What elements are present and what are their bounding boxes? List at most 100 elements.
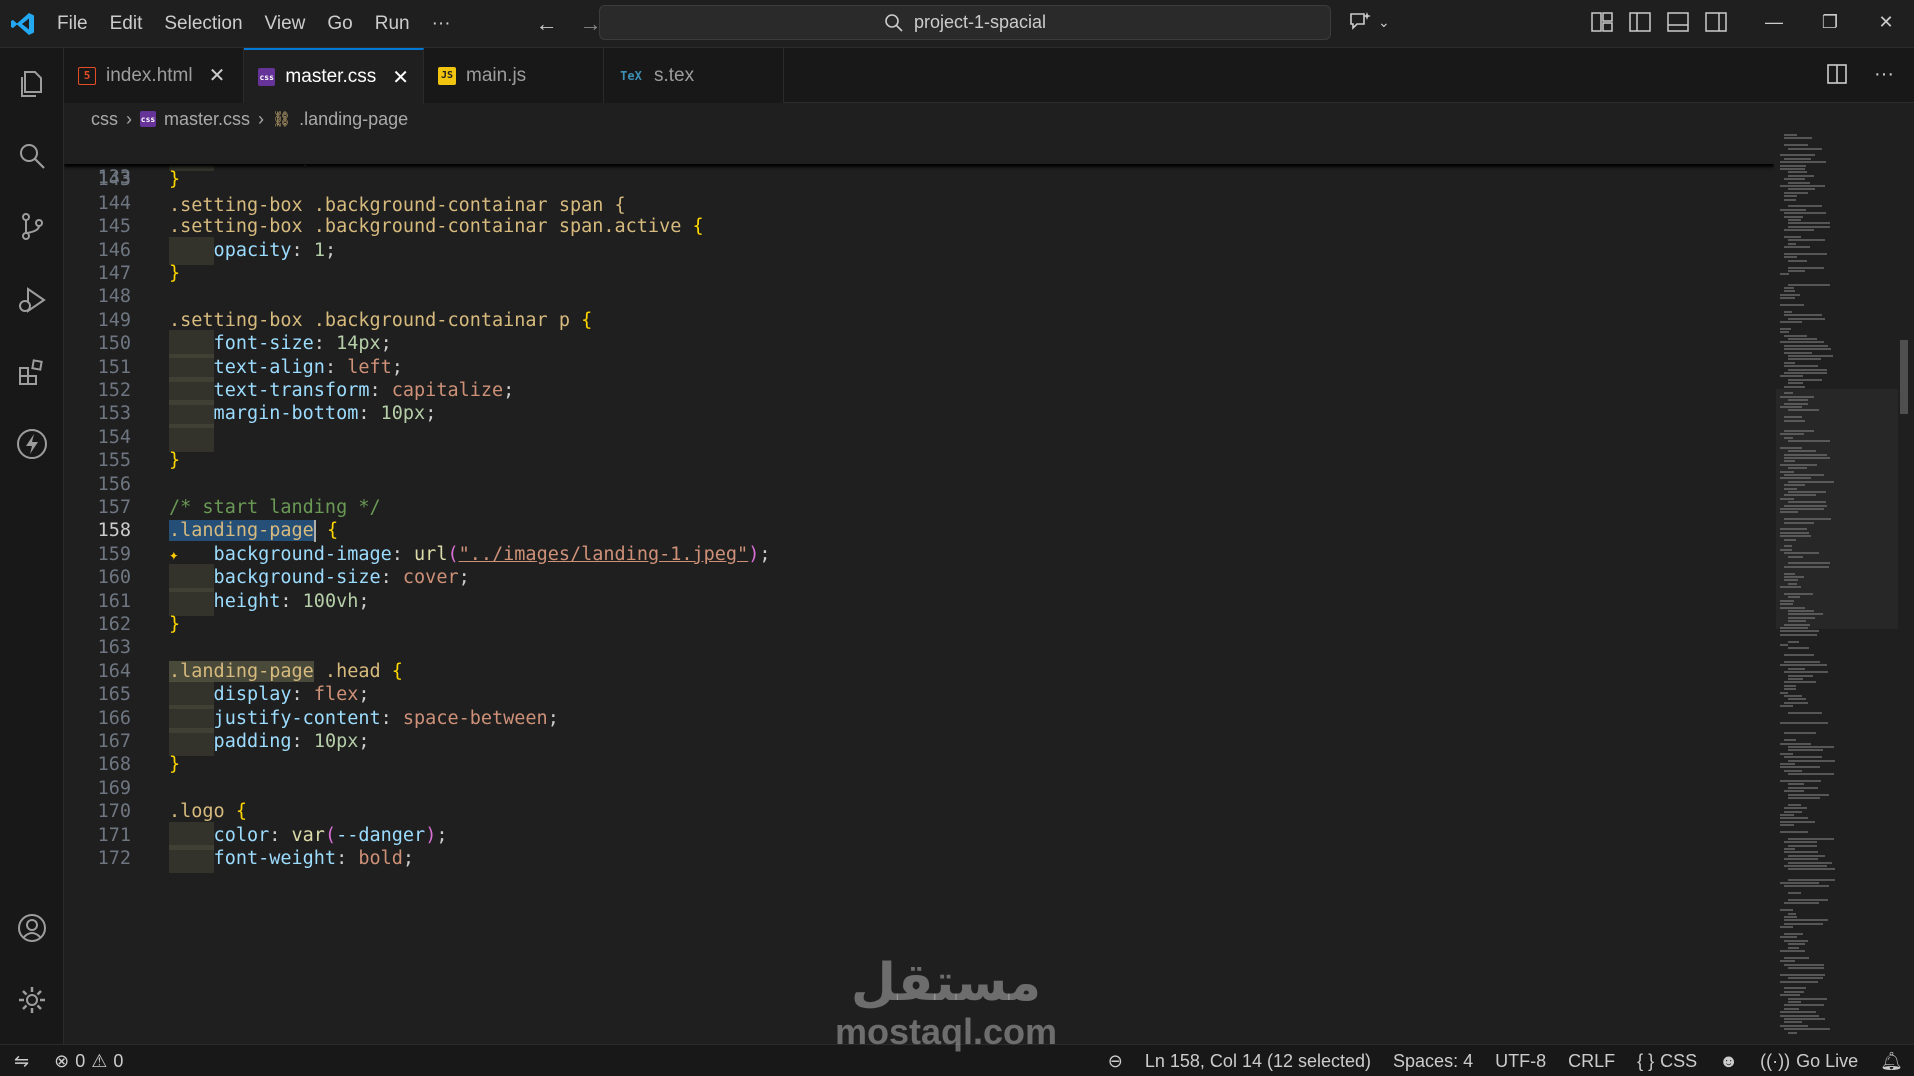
command-center-search[interactable]: project-1-spacial [599,5,1331,40]
line-number: 172 [97,848,131,869]
go-live-button[interactable]: ((·)) Go Live [1749,1045,1869,1076]
minimize-icon[interactable]: — [1746,0,1802,44]
minimap-line [1784,229,1815,232]
notifications-bell-icon[interactable]: 🔔︎ [1869,1045,1914,1076]
chevron-right-icon: › [126,108,132,129]
breadcrumb-folder[interactable]: css [91,109,118,130]
customize-layout-icon[interactable] [1590,10,1614,34]
copilot-icon[interactable]: ☻ [1708,1045,1749,1076]
search-icon[interactable] [14,138,50,174]
minimap-line [1780,909,1794,912]
activity-bar [0,48,64,1044]
close-window-icon[interactable]: ✕ [1858,0,1914,44]
explorer-files-icon[interactable] [14,66,50,102]
token-paren: ) [748,543,760,565]
token-prop: background-size [169,567,381,589]
minimap-line [1784,939,1809,942]
close-tab-icon[interactable]: ✕ [392,65,409,90]
more-actions-icon[interactable]: ··· [1874,63,1894,86]
token-prop: font-weight [169,848,337,869]
copilot-chat-button[interactable]: ⌄ [1348,10,1390,34]
minimap-line [1788,861,1833,864]
tab-master-css[interactable]: css master.css ✕ [244,48,424,104]
indentation[interactable]: Spaces: 4 [1382,1045,1484,1076]
source-control-icon[interactable] [14,208,50,244]
problems-indicator[interactable]: ⊗ 0 ⚠ 0 [43,1045,134,1076]
token-brace: { [581,309,593,331]
menu-go[interactable]: Go [316,0,363,48]
minimap-line [1788,837,1835,840]
history-navigation: ← → [532,11,606,37]
token-val: flex [313,684,359,706]
token-val: space-between [402,707,548,729]
encoding[interactable]: UTF-8 [1484,1045,1557,1076]
menu-more[interactable]: ··· [421,0,462,48]
remote-indicator-icon[interactable]: ⇋ [0,1045,43,1076]
cursor-position[interactable]: Ln 158, Col 14 (12 selected) [1134,1045,1382,1076]
vertical-scrollbar[interactable] [1900,340,1908,414]
go-back-arrow-icon[interactable]: ← [532,11,562,37]
menu-view[interactable]: View [254,0,317,48]
split-editor-icon[interactable] [1826,63,1848,85]
menu-edit[interactable]: Edit [99,0,154,48]
minimap-line [1780,164,1806,167]
menu-selection[interactable]: Selection [153,0,253,48]
minimap-line [1788,786,1819,789]
toggle-secondary-sidebar-icon[interactable] [1704,10,1728,34]
tab-s-tex[interactable]: TeX s.tex [604,48,784,103]
minimap-line [1784,922,1823,925]
braces-icon: { } [1637,1051,1655,1071]
chevron-down-icon: ⌄ [1378,13,1390,30]
minimap-line [1788,270,1806,272]
sticky-line-code: .setting-box .background-containar span … [169,192,626,220]
minimap-line [1788,259,1807,262]
minimap-line [1784,865,1827,867]
minimap-line [1784,287,1795,289]
extensions-icon[interactable] [14,354,50,390]
token-sel: .head [313,660,392,682]
toggle-primary-sidebar-icon[interactable] [1628,10,1652,34]
minimap-line [1788,674,1813,677]
watermark-arabic: مستقل [850,954,1042,1012]
token-punc: : [291,731,314,752]
minimap-viewport-slider[interactable] [1776,389,1898,629]
menu-run[interactable]: Run [364,0,421,48]
code-editor[interactable]: 133 .setting-box .background-containar s… [64,136,1774,1042]
breadcrumb-symbol[interactable]: .landing-page [299,109,408,130]
close-tab-icon[interactable]: ✕ [209,63,226,88]
minimap-line [1780,766,1820,769]
token-brace: } [169,614,181,635]
code-line[interactable]: 172 font-weight: bold; [64,845,1774,873]
minimap-line [1780,273,1790,276]
end-of-line[interactable]: CRLF [1557,1045,1626,1076]
restore-icon[interactable]: ❐ [1802,0,1858,44]
zoom-out-icon[interactable]: ⊖ [1097,1045,1134,1076]
line-code: font-weight: bold; [169,845,415,873]
language-label: CSS [1660,1051,1698,1071]
token-brace: } [169,263,181,284]
chat-sparkle-icon [1350,12,1371,30]
minimap-line [1788,899,1829,901]
token-str: "../images/landing-1.jpeg" [458,543,749,565]
breadcrumb-file[interactable]: master.css [164,109,250,130]
toggle-panel-icon[interactable] [1666,10,1690,34]
run-and-debug-icon[interactable] [14,282,50,318]
minimap-line [1784,841,1818,844]
minimap-line [1788,854,1825,857]
minimap-line [1784,956,1810,959]
token-brace: } [169,169,181,191]
lightning-extension-icon[interactable] [14,426,50,462]
tab-main-js[interactable]: JS main.js [424,48,604,103]
token-prop: text-transform [169,380,370,401]
sticky-scroll-header[interactable]: 133 .setting-box .background-containar s… [64,136,1774,216]
minimap-line [1784,212,1826,215]
manage-gear-icon[interactable] [14,982,50,1018]
minimap-line [1788,355,1833,357]
minimap-line [1784,1007,1800,1010]
token-brace: } [169,450,181,472]
language-mode[interactable]: { } CSS [1626,1045,1708,1076]
tab-index-html[interactable]: 5 index.html ✕ [64,48,244,103]
menu-file[interactable]: File [46,0,99,48]
minimap[interactable] [1776,134,1898,1044]
accounts-icon[interactable] [14,910,50,946]
